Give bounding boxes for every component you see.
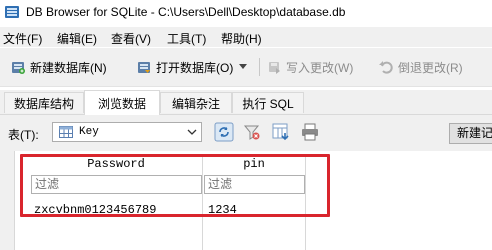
refresh-button[interactable] (213, 121, 235, 143)
revert-changes-icon (379, 61, 393, 74)
save-view-button[interactable] (270, 121, 292, 143)
new-database-icon (12, 62, 25, 74)
open-database-button[interactable]: 打开数据库(O) (136, 56, 251, 78)
menu-help[interactable]: 帮助(H) (221, 30, 262, 47)
menu-view[interactable]: 查看(V) (111, 30, 151, 47)
write-changes-icon (269, 62, 280, 74)
db-browser-app-icon (4, 4, 20, 20)
toolbar: 新建数据库(N) 打开数据库(O) 写入更改(W) 倒退更改(R) (0, 48, 492, 87)
title-bar: DB Browser for SQLite - C:\Users\Dell\De… (0, 0, 492, 26)
browse-toolbar: 表(T): Key 新建记 (0, 115, 492, 151)
clear-filter-icon (243, 125, 260, 140)
table-grid-icon (59, 126, 73, 138)
printer-icon (302, 123, 318, 141)
tab-bar: 数据库结构 浏览数据 编辑杂注 执行 SQL (0, 90, 492, 115)
write-changes-button[interactable]: 写入更改(W) (266, 56, 353, 78)
save-table-icon (272, 123, 289, 141)
table-label: 表(T): (8, 128, 39, 142)
open-database-icon (138, 62, 150, 73)
new-database-label: 新建数据库(N) (30, 60, 107, 75)
print-button[interactable] (299, 121, 321, 143)
selected-table-value: Key (79, 126, 99, 138)
menu-file[interactable]: 文件(F) (3, 30, 42, 47)
revert-changes-label: 倒退更改(R) (398, 60, 463, 75)
tab-database-structure[interactable]: 数据库结构 (4, 92, 84, 113)
revert-changes-button[interactable]: 倒退更改(R) (378, 56, 463, 78)
open-database-label: 打开数据库(O) (156, 60, 234, 75)
new-database-button[interactable]: 新建数据库(N) (10, 56, 107, 78)
toolbar-separator (259, 58, 260, 76)
menu-edit[interactable]: 编辑(E) (57, 30, 97, 47)
dropdown-arrow-icon (239, 64, 248, 69)
new-record-button[interactable]: 新建记录 (449, 123, 492, 144)
red-highlight-box (20, 154, 330, 217)
tab-edit-pragmas[interactable]: 编辑杂注 (160, 92, 232, 113)
window-title: DB Browser for SQLite - C:\Users\Dell\De… (26, 5, 346, 19)
tab-browse-data[interactable]: 浏览数据 (84, 90, 160, 115)
refresh-icon (214, 122, 234, 142)
clear-filters-button[interactable] (241, 121, 263, 143)
menu-tools[interactable]: 工具(T) (167, 30, 206, 47)
write-changes-label: 写入更改(W) (286, 60, 354, 75)
chevron-down-icon (187, 129, 197, 135)
table-select[interactable]: Key (52, 122, 202, 142)
menu-bar: 文件(F) 编辑(E) 查看(V) 工具(T) 帮助(H) (0, 27, 492, 47)
tab-execute-sql[interactable]: 执行 SQL (232, 92, 304, 113)
